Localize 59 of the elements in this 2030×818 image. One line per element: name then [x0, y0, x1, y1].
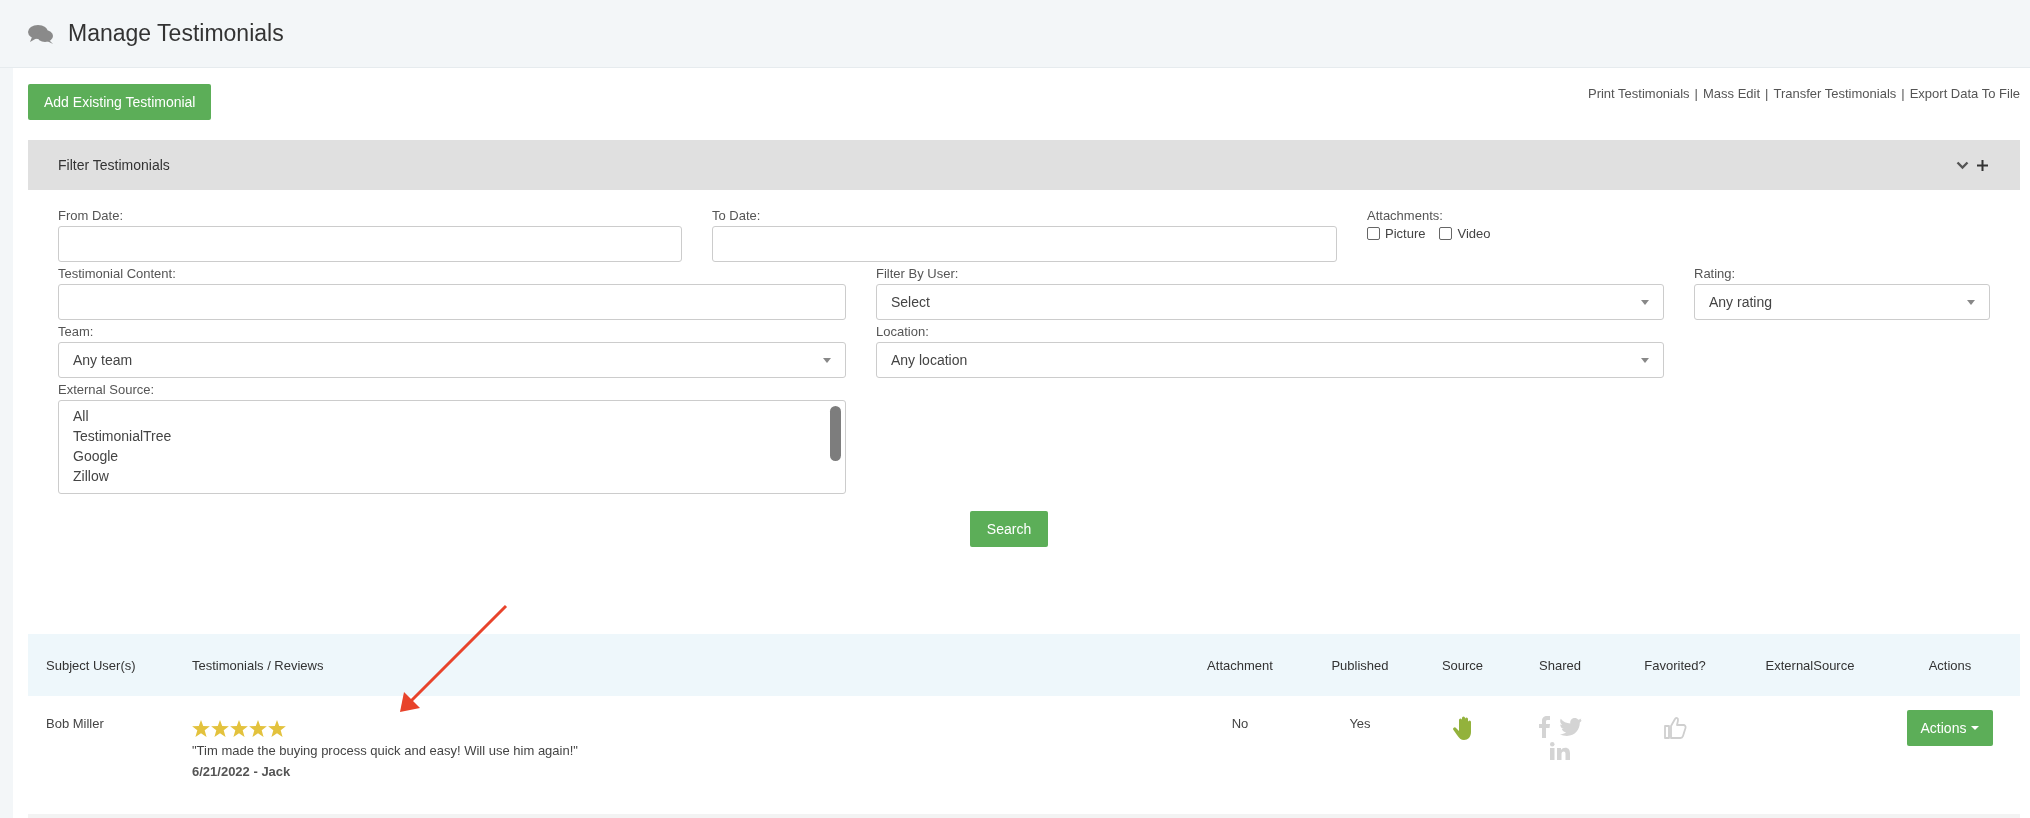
- column-header: Subject User(s): [45, 657, 137, 673]
- field-label: Testimonial Content:: [58, 266, 177, 282]
- scrollbar-thumb[interactable]: [830, 406, 841, 461]
- content-field[interactable]: [58, 284, 846, 320]
- checkbox[interactable]: [1439, 227, 1453, 240]
- checkbox-label: Video: [1457, 226, 1491, 241]
- table-cell-text: Yes: [1348, 715, 1372, 731]
- column-header: Attachment: [1206, 657, 1274, 673]
- team-dropdown[interactable]: Any team: [58, 342, 846, 378]
- link-separator: |: [1901, 86, 1905, 101]
- filter-header[interactable]: Filter Testimonials: [28, 140, 2020, 190]
- plus-icon[interactable]: [1977, 159, 1988, 171]
- bird-icon: [1559, 718, 1582, 736]
- field-label: Filter By User:: [876, 266, 960, 282]
- to-date-field[interactable]: [712, 226, 1337, 262]
- review-text: "Tim made the buying process quick and easy! Will use him again!": [192, 743, 578, 758]
- caret-icon: [823, 357, 831, 363]
- linkedin-icon: [1550, 742, 1570, 760]
- hand-icon: [1452, 716, 1473, 740]
- caret-icon: [1641, 299, 1649, 305]
- location-dropdown[interactable]: Any location: [876, 342, 1664, 378]
- user-dropdown[interactable]: Select: [876, 284, 1664, 320]
- table-cell-text: Bob Miller: [45, 715, 105, 731]
- field-label: From Date:: [58, 208, 124, 224]
- chevron-down-icon[interactable]: [1956, 160, 1969, 170]
- column-header: Actions: [1927, 657, 1973, 673]
- filter-title: Filter Testimonials: [58, 157, 170, 173]
- field-label: Team:: [58, 324, 95, 340]
- caret-icon: [1967, 299, 1975, 305]
- checkbox-label: Picture: [1385, 226, 1426, 241]
- field-label: External Source:: [58, 382, 156, 398]
- facebook-icon: [1538, 716, 1550, 738]
- caret-icon: [1641, 357, 1649, 363]
- toolbar-link[interactable]: Print Testimonials: [1587, 86, 1690, 101]
- field-label: Attachments:: [1367, 208, 1444, 224]
- field-label: To Date:: [712, 208, 762, 224]
- column-header: ExternalSource: [1764, 657, 1856, 673]
- thumbs-up-icon[interactable]: [1663, 716, 1687, 740]
- from-date-field[interactable]: [58, 226, 682, 262]
- page-title: Manage Testimonials: [68, 20, 284, 47]
- table-cell-text: No: [1230, 715, 1250, 731]
- column-header: Testimonials / Reviews: [191, 657, 325, 673]
- review-date-author: 6/21/2022 - Jack: [192, 764, 291, 779]
- link-separator: |: [1765, 86, 1769, 101]
- source-listbox[interactable]: All TestimonialTree Google Zillow: [58, 400, 846, 494]
- toolbar-link[interactable]: Mass Edit: [1703, 86, 1761, 101]
- toolbar-link[interactable]: Export Data To File: [1909, 86, 2020, 101]
- field-label: Rating:: [1694, 266, 1737, 282]
- column-header: Published: [1330, 657, 1390, 673]
- caret-icon: [1971, 726, 1980, 730]
- link-separator: |: [1694, 86, 1698, 101]
- toolbar-link[interactable]: Transfer Testimonials: [1773, 86, 1897, 101]
- column-header: Source: [1440, 657, 1485, 673]
- checkbox[interactable]: [1367, 227, 1380, 240]
- column-header: Favorited?: [1643, 657, 1707, 673]
- chat-icon: [28, 23, 54, 44]
- field-label: Location:: [876, 324, 930, 340]
- column-header: Shared: [1538, 657, 1582, 673]
- rating-dropdown[interactable]: Any rating: [1694, 284, 1990, 320]
